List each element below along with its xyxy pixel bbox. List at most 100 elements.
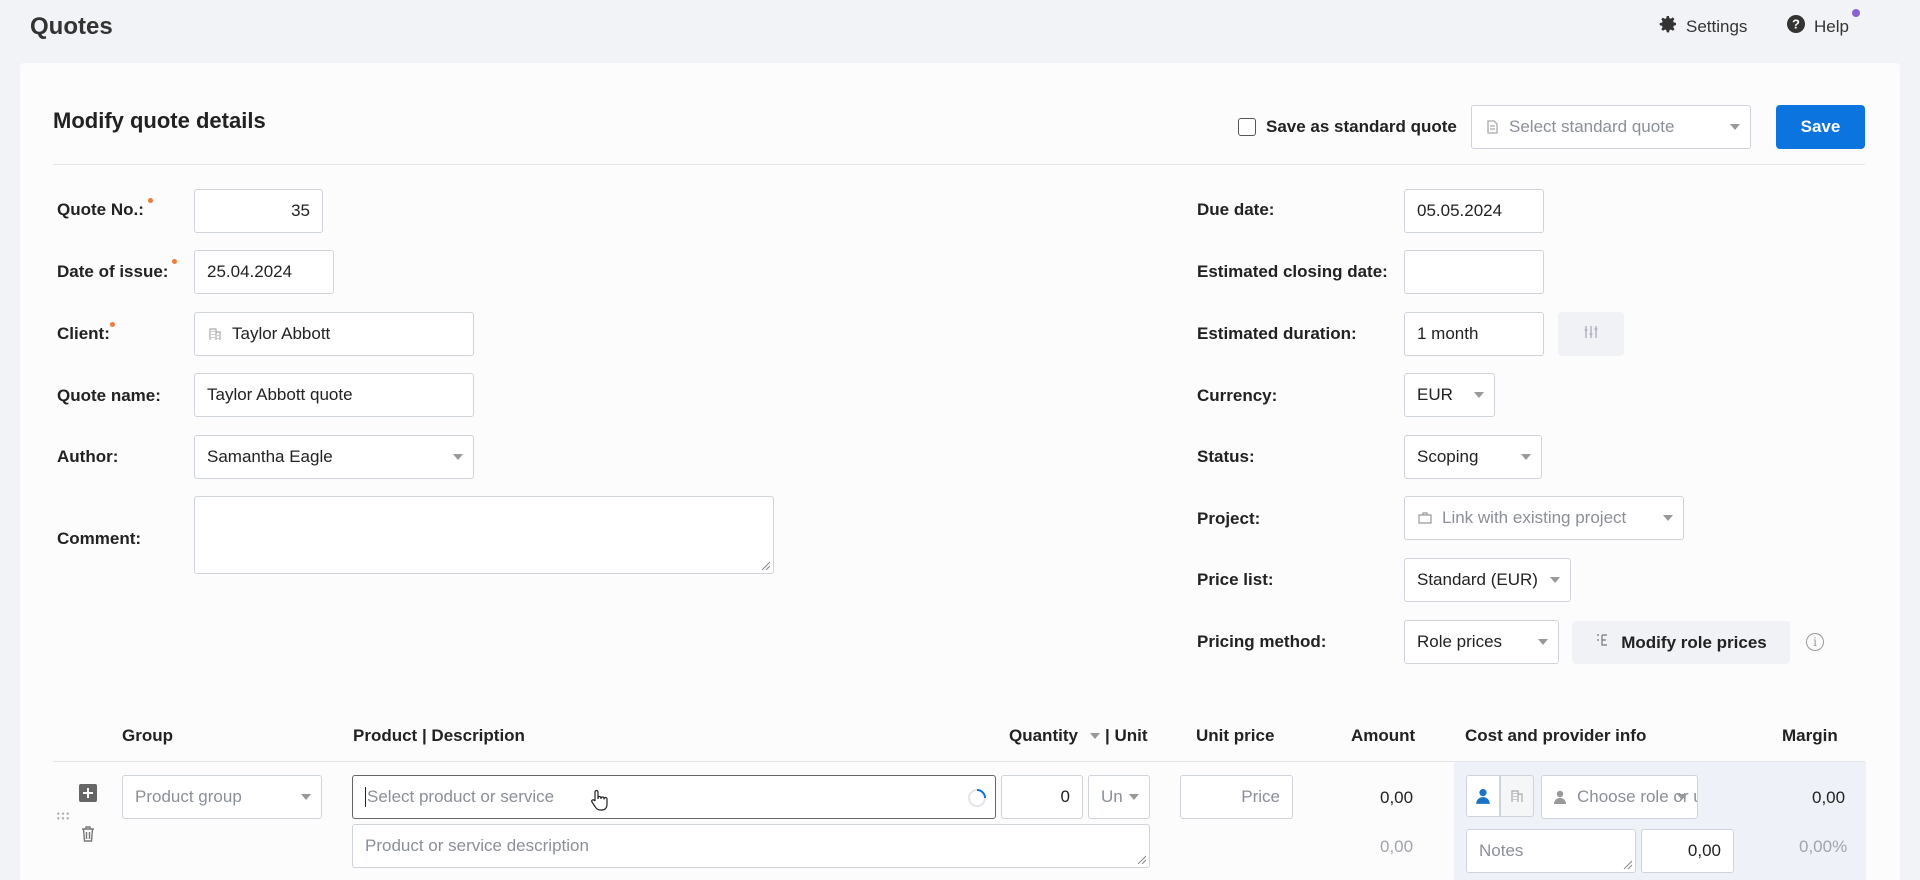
- closing-date-label: Estimated closing date:: [1197, 262, 1388, 281]
- project-select[interactable]: Link with existing project: [1404, 496, 1684, 540]
- author-label: Author:: [57, 447, 119, 466]
- currency-select[interactable]: EUR: [1404, 373, 1495, 417]
- divider: [53, 164, 1865, 165]
- role-select[interactable]: Choose role or u: [1541, 775, 1698, 819]
- quote-no-value: 35: [291, 201, 310, 220]
- status-label: Status:: [1197, 447, 1255, 466]
- notes-textarea[interactable]: Notes: [1466, 829, 1636, 873]
- help-link[interactable]: ? Help: [1786, 14, 1849, 39]
- gear-icon: [1658, 14, 1678, 39]
- person-icon: [1552, 789, 1568, 805]
- price-input[interactable]: Price: [1180, 775, 1293, 819]
- cost-input[interactable]: 0,00: [1641, 829, 1734, 873]
- margin-value: 0,00: [1812, 788, 1846, 807]
- modify-role-prices-button[interactable]: Modify role prices: [1572, 621, 1790, 664]
- date-issue-label: Date of issue:: [57, 262, 169, 281]
- trash-icon[interactable]: [80, 825, 96, 848]
- building-icon: [1511, 790, 1523, 802]
- pricing-method-value: Role prices: [1417, 632, 1503, 651]
- settings-label: Settings: [1686, 16, 1748, 36]
- chevron-down-icon: [1129, 794, 1139, 800]
- save-button[interactable]: Save: [1776, 105, 1865, 149]
- cost-value: 0,00: [1687, 841, 1721, 860]
- sliders-icon: [1583, 324, 1599, 345]
- pricing-method-label: Pricing method:: [1197, 632, 1327, 651]
- due-date-value: 05.05.2024: [1417, 201, 1503, 220]
- col-amount: Amount: [1351, 726, 1416, 745]
- page-title: Quotes: [30, 13, 113, 40]
- list-edit-icon: [1595, 632, 1611, 653]
- closing-date-field[interactable]: [1404, 250, 1544, 294]
- chevron-down-icon: [1538, 639, 1548, 645]
- building-icon: [207, 326, 223, 342]
- project-label: Project:: [1197, 509, 1261, 528]
- chevron-down-icon: [1663, 515, 1673, 521]
- required-dot: [110, 322, 115, 327]
- col-cost: Cost and provider info: [1465, 726, 1647, 745]
- hand-cursor-icon: [589, 788, 609, 817]
- notes-placeholder: Notes: [1479, 841, 1524, 860]
- status-select[interactable]: Scoping: [1404, 435, 1542, 479]
- quote-name-field[interactable]: Taylor Abbott quote: [194, 373, 474, 417]
- save-standard-label: Save as standard quote: [1266, 117, 1457, 136]
- loading-spinner-icon: [967, 788, 987, 813]
- chevron-down-icon: [1521, 454, 1531, 460]
- col-quantity[interactable]: Quantity: [1009, 726, 1078, 746]
- person-toggle-button[interactable]: [1466, 775, 1500, 817]
- chevron-down-icon: [301, 794, 311, 800]
- pricing-method-select[interactable]: Role prices: [1404, 620, 1559, 664]
- card-title: Modify quote details: [53, 108, 266, 133]
- product-select-input[interactable]: Select product or service: [352, 775, 996, 819]
- help-label: Help: [1814, 16, 1849, 36]
- amount-value: 0,00: [1380, 788, 1414, 807]
- duration-settings-button[interactable]: [1558, 312, 1624, 356]
- help-icon: ?: [1786, 14, 1806, 39]
- chevron-down-icon: [1474, 392, 1484, 398]
- author-select[interactable]: Samantha Eagle: [194, 435, 474, 479]
- client-label: Client:: [57, 324, 110, 343]
- quantity-input[interactable]: 0: [1001, 775, 1083, 819]
- status-value: Scoping: [1417, 447, 1479, 466]
- svg-text:?: ?: [1792, 17, 1800, 32]
- resize-handle-icon[interactable]: [1622, 859, 1632, 869]
- chevron-down-icon: [1730, 124, 1740, 130]
- price-list-label: Price list:: [1197, 570, 1274, 589]
- select-standard-quote[interactable]: Select standard quote: [1471, 105, 1751, 149]
- due-date-label: Due date:: [1197, 200, 1275, 219]
- quote-no-field[interactable]: 35: [194, 189, 323, 233]
- settings-link[interactable]: Settings: [1658, 14, 1747, 39]
- description-textarea[interactable]: Product or service description: [352, 824, 1150, 868]
- col-unit: | Unit: [1105, 726, 1148, 745]
- sort-caret-icon[interactable]: [1090, 733, 1100, 739]
- quantity-value: 0: [1060, 787, 1070, 806]
- price-list-select[interactable]: Standard (EUR): [1404, 558, 1571, 602]
- currency-value: EUR: [1417, 385, 1453, 404]
- client-value: Taylor Abbott: [232, 324, 331, 343]
- resize-handle-icon[interactable]: [760, 560, 770, 570]
- col-product: Product | Description: [353, 726, 525, 745]
- duration-value: 1 month: [1417, 324, 1479, 343]
- due-date-field[interactable]: 05.05.2024: [1404, 189, 1544, 233]
- client-field[interactable]: Taylor Abbott: [194, 312, 474, 356]
- building-toggle-button[interactable]: [1500, 775, 1534, 817]
- duration-field[interactable]: 1 month: [1404, 312, 1544, 356]
- add-row-icon[interactable]: [79, 784, 97, 807]
- comment-textarea[interactable]: [194, 496, 774, 574]
- info-icon[interactable]: i: [1806, 633, 1824, 651]
- save-standard-checkbox[interactable]: Save as standard quote: [1238, 117, 1457, 137]
- unit-select[interactable]: Un: [1088, 775, 1150, 819]
- checkbox-box[interactable]: [1238, 118, 1256, 136]
- currency-label: Currency:: [1197, 386, 1278, 405]
- product-group-select[interactable]: Product group: [122, 775, 322, 819]
- margin-percent-value: 0,00%: [1799, 837, 1848, 856]
- resize-handle-icon[interactable]: [1136, 854, 1146, 864]
- notification-dot: [1852, 9, 1860, 17]
- drag-handle-icon[interactable]: [56, 806, 70, 826]
- document-icon: [1484, 119, 1500, 135]
- chevron-down-icon: [453, 454, 463, 460]
- description-placeholder: Product or service description: [365, 836, 589, 855]
- price-list-value: Standard (EUR): [1417, 570, 1538, 589]
- date-issue-field[interactable]: 25.04.2024: [194, 250, 334, 294]
- amount-secondary-value: 0,00: [1380, 837, 1414, 856]
- col-margin: Margin: [1782, 726, 1838, 745]
